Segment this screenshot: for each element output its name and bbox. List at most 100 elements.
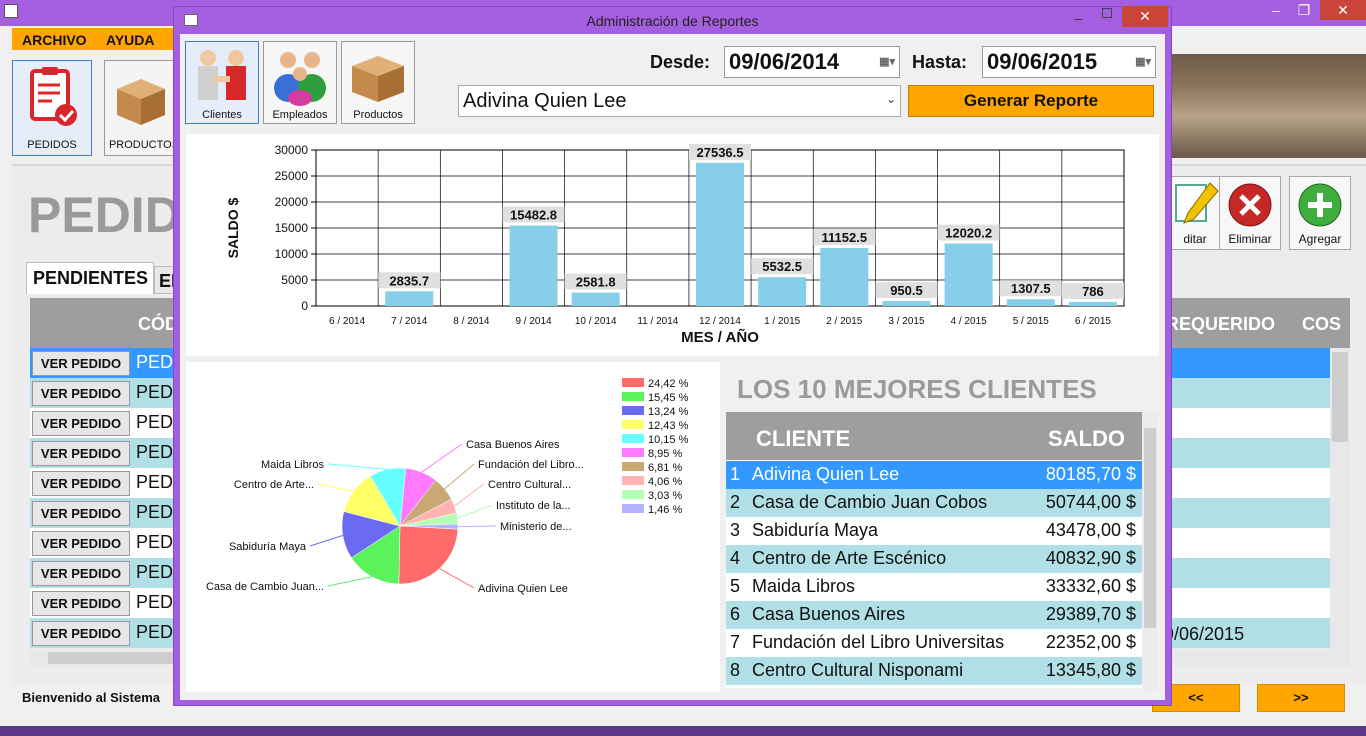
monthly-balance-bar-chart: 0 5000 10000 15000 20000 25000 30000 6 / 2014 7 … xyxy=(225,143,1125,346)
chevron-down-icon[interactable]: ⌄ xyxy=(886,92,896,106)
x-tick-label: 7 / 2014 xyxy=(391,316,428,327)
report-empleados-label: Empleados xyxy=(272,109,328,121)
column-header-saldo[interactable]: SALDO xyxy=(1048,426,1125,452)
client-name-cell: Centro de Arte Escénico xyxy=(752,548,947,568)
ver-pedido-button[interactable]: VER PEDIDO xyxy=(32,381,130,406)
y-tick-label: 0 xyxy=(301,299,308,313)
delete-button[interactable]: Eliminar xyxy=(1219,176,1281,250)
grid-vertical-scroll-thumb[interactable] xyxy=(1332,352,1348,442)
leader-line xyxy=(457,504,493,519)
rank-cell: 5 xyxy=(730,576,741,596)
column-header-requerido[interactable]: REQUERIDO xyxy=(1166,314,1275,335)
x-tick-label: 1 / 2015 xyxy=(764,316,801,327)
x-tick-label: 10 / 2014 xyxy=(575,316,617,327)
top-clients-scroll-thumb[interactable] xyxy=(1144,428,1156,628)
x-tick-label: 6 / 2015 xyxy=(1075,316,1112,327)
ver-pedido-button[interactable]: VER PEDIDO xyxy=(32,411,130,436)
warehouse-banner-image xyxy=(1172,54,1366,158)
report-empleados-button[interactable]: Empleados xyxy=(263,41,337,124)
leader-line xyxy=(317,483,354,492)
clipboard-check-icon xyxy=(30,67,77,126)
order-code-cell: PED xyxy=(136,352,174,372)
tab-pendientes[interactable]: PENDIENTES xyxy=(26,262,154,294)
leader-line xyxy=(444,463,475,490)
legend-label: 24,42 % xyxy=(648,378,689,390)
next-page-button[interactable]: >> xyxy=(1257,684,1345,712)
ver-pedido-button[interactable]: VER PEDIDO xyxy=(32,441,130,466)
dialog-maximize-button[interactable] xyxy=(1102,8,1112,18)
desde-date-picker[interactable]: 09/06/2014 ▦▾ xyxy=(724,46,900,78)
hasta-date-picker[interactable]: 09/06/2015 ▦▾ xyxy=(982,46,1156,78)
client-select[interactable]: Adivina Quien Lee ⌄ xyxy=(458,85,901,117)
top-client-row[interactable]: 8 Centro Cultural Nisponami 13345,80 $ xyxy=(726,657,1142,685)
client-share-pie-chart: Casa Buenos Aires Fundación del Libro... C… xyxy=(206,378,689,595)
legend-label: 1,46 % xyxy=(648,504,682,516)
dialog-minimize-button[interactable]: – xyxy=(1074,10,1082,26)
ver-pedido-button[interactable]: VER PEDIDO xyxy=(32,351,130,376)
ver-pedido-button[interactable]: VER PEDIDO xyxy=(32,621,130,646)
client-select-value: Adivina Quien Lee xyxy=(463,90,627,112)
data-label: 27536.5 xyxy=(697,145,744,160)
add-button[interactable]: Agregar xyxy=(1289,176,1351,250)
ver-pedido-button[interactable]: VER PEDIDO xyxy=(32,501,130,526)
generate-report-button[interactable]: Generar Reporte xyxy=(908,85,1154,117)
bar xyxy=(696,162,744,306)
bar xyxy=(509,225,558,306)
pie-slice-label: Sabiduría Maya xyxy=(229,541,307,553)
report-productos-button[interactable]: Productos xyxy=(341,41,415,124)
pie-slice-label: Ministerio de... xyxy=(500,521,572,533)
menu-ayuda[interactable]: AYUDA xyxy=(106,32,155,48)
order-code-cell: PED xyxy=(136,622,174,642)
x-tick-label: 12 / 2014 xyxy=(699,316,741,327)
tool-productos-button[interactable]: PRODUCTOS xyxy=(104,60,184,156)
menu-archivo[interactable]: ARCHIVO xyxy=(22,32,87,48)
balance-cell: 40832,90 $ xyxy=(1045,548,1136,568)
legend-swatch xyxy=(622,378,644,387)
rank-cell: 2 xyxy=(730,492,741,512)
balance-cell: 22352,00 $ xyxy=(1045,632,1136,652)
hasta-date-value: 09/06/2015 xyxy=(987,49,1098,74)
tool-pedidos-button[interactable]: PEDIDOS xyxy=(12,60,92,156)
app-minimize-button[interactable]: – xyxy=(1262,0,1290,20)
app-icon xyxy=(4,4,18,18)
legend-swatch xyxy=(622,434,644,443)
ver-pedido-button[interactable]: VER PEDIDO xyxy=(32,561,130,586)
ver-pedido-button[interactable]: VER PEDIDO xyxy=(32,591,130,616)
column-header-costo[interactable]: COS xyxy=(1302,314,1341,335)
balance-cell: 80185,70 $ xyxy=(1045,464,1136,484)
column-header-cliente[interactable]: CLIENTE xyxy=(756,426,850,452)
dialog-close-button[interactable]: ✕ xyxy=(1122,6,1168,27)
calendar-dropdown-icon[interactable]: ▦▾ xyxy=(879,55,895,68)
top-client-row[interactable]: 1 Adivina Quien Lee 80185,70 $ xyxy=(726,461,1142,489)
data-label: 2581.8 xyxy=(576,275,616,290)
app-restore-button[interactable]: ❐ xyxy=(1290,0,1318,20)
x-tick-label: 2 / 2015 xyxy=(826,316,863,327)
data-label: 12020.2 xyxy=(945,225,992,240)
client-name-cell: Adivina Quien Lee xyxy=(752,464,900,484)
pie-chart-panel: Casa Buenos Aires Fundación del Libro... C… xyxy=(186,362,720,692)
report-clientes-button[interactable]: Clientes xyxy=(185,41,259,124)
column-header-codigo[interactable]: CÓD xyxy=(138,314,178,335)
order-code-cell: PED xyxy=(136,532,174,552)
top-client-row[interactable]: 4 Centro de Arte Escénico 40832,90 $ xyxy=(726,545,1142,573)
calendar-dropdown-icon[interactable]: ▦▾ xyxy=(1135,55,1151,68)
legend-label: 15,45 % xyxy=(648,392,689,404)
top-client-row[interactable]: 3 Sabiduría Maya 43478,00 $ xyxy=(726,517,1142,545)
edit-button[interactable]: ditar xyxy=(1164,176,1226,250)
ver-pedido-button[interactable]: VER PEDIDO xyxy=(32,531,130,556)
top-client-row[interactable]: 7 Fundación del Libro Universitas 22352,00… xyxy=(726,629,1142,657)
rank-cell: 8 xyxy=(730,660,741,680)
order-code-cell: PED xyxy=(136,502,174,522)
clients-handshake-icon xyxy=(198,50,246,100)
app-close-button[interactable]: ✕ xyxy=(1320,0,1366,20)
balance-cell: 43478,00 $ xyxy=(1045,520,1136,540)
legend-swatch xyxy=(622,392,644,401)
top-client-row[interactable]: 6 Casa Buenos Aires 29389,70 $ xyxy=(726,601,1142,629)
top-client-row[interactable]: 2 Casa de Cambio Juan Cobos 50744,00 $ xyxy=(726,489,1142,517)
grid-horizontal-scroll-thumb[interactable] xyxy=(48,652,188,664)
bar xyxy=(1006,299,1055,306)
ver-pedido-button[interactable]: VER PEDIDO xyxy=(32,471,130,496)
bar xyxy=(1068,301,1117,306)
report-productos-label: Productos xyxy=(353,109,403,121)
top-client-row[interactable]: 5 Maida Libros 33332,60 $ xyxy=(726,573,1142,601)
